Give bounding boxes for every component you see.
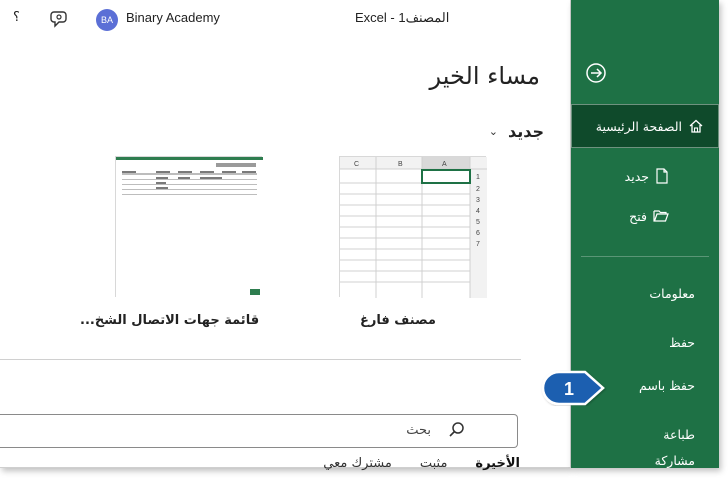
sidebar-item-label: حفظ xyxy=(669,334,695,350)
document-title: Excel - المصنف1 xyxy=(355,10,450,25)
blank-workbook-grid-icon: A B C 1 2 3 4 5 6 7 xyxy=(340,157,487,298)
avatar[interactable]: BA xyxy=(96,9,118,31)
sidebar-item-home[interactable]: الصفحة الرئيسية xyxy=(571,104,719,148)
tab-recent[interactable]: الأخيرة xyxy=(475,456,520,471)
template-label: قائمة جهات الاتصال الشخ... xyxy=(80,313,260,328)
sidebar-item-label: الصفحة الرئيسية xyxy=(595,118,682,134)
main-panel: ؟ BA Binary Academy Excel - المصنف1 مساء… xyxy=(0,0,571,471)
svg-text:1: 1 xyxy=(476,174,480,181)
svg-text:6: 6 xyxy=(476,230,480,237)
sidebar-item-print[interactable]: طباعة xyxy=(571,423,719,445)
callout-number: 1 xyxy=(564,379,574,399)
excel-backstage-window: ؟ BA Binary Academy Excel - المصنف1 مساء… xyxy=(0,0,728,501)
svg-text:5: 5 xyxy=(476,219,480,226)
new-file-icon xyxy=(656,168,668,184)
new-section-header[interactable]: جديد ⌄ xyxy=(489,122,544,141)
template-label: مصنف فارغ xyxy=(360,313,436,328)
svg-text:7: 7 xyxy=(476,241,480,248)
section-divider xyxy=(0,359,521,360)
sidebar-item-share[interactable]: مشاركة xyxy=(571,449,719,471)
svg-text:B: B xyxy=(398,161,403,168)
svg-text:A: A xyxy=(442,161,447,168)
contact-list-thumbnail[interactable] xyxy=(115,156,263,298)
sidebar-item-label: طباعة xyxy=(663,426,695,442)
title-bar: ؟ BA Binary Academy Excel - المصنف1 xyxy=(0,0,571,40)
sidebar-item-label: مشاركة xyxy=(654,452,695,468)
search-input[interactable]: بحث xyxy=(0,414,518,448)
sidebar-item-label: فتح xyxy=(629,208,647,224)
blank-workbook-thumbnail[interactable]: A B C 1 2 3 4 5 6 7 xyxy=(339,156,487,298)
help-icon[interactable]: ؟ xyxy=(13,10,20,25)
home-icon xyxy=(689,119,703,133)
new-section-title: جديد xyxy=(507,122,544,141)
feedback-icon[interactable] xyxy=(50,9,70,29)
svg-text:4: 4 xyxy=(476,208,480,215)
sidebar-divider xyxy=(581,256,709,257)
user-name[interactable]: Binary Academy xyxy=(126,10,220,25)
chevron-down-icon[interactable]: ⌄ xyxy=(489,125,498,138)
back-arrow-icon[interactable] xyxy=(581,58,611,88)
contact-list-thumb-icon xyxy=(116,157,263,298)
open-folder-icon xyxy=(653,210,669,222)
sidebar-item-save[interactable]: حفظ xyxy=(571,331,719,353)
step-callout-badge: 1 xyxy=(541,370,605,406)
svg-text:2: 2 xyxy=(476,186,480,193)
file-list-tabs: الأخيرة مثبت مشترك معي xyxy=(323,456,520,471)
sidebar-item-info[interactable]: معلومات xyxy=(571,282,719,304)
svg-text:C: C xyxy=(354,161,359,168)
sidebar-item-label: جديد xyxy=(624,168,649,184)
sidebar-item-new[interactable]: جديد xyxy=(571,165,719,187)
search-icon[interactable] xyxy=(447,420,467,440)
greeting-heading: مساء الخير xyxy=(429,62,540,90)
sidebar-item-label: حفظ باسم xyxy=(639,377,695,393)
tab-pinned[interactable]: مثبت xyxy=(420,456,448,471)
tab-shared-with-me[interactable]: مشترك معي xyxy=(323,456,392,471)
search-placeholder: بحث xyxy=(406,423,431,438)
svg-text:3: 3 xyxy=(476,197,480,204)
sidebar-item-open[interactable]: فتح xyxy=(571,205,719,227)
sidebar-item-label: معلومات xyxy=(649,285,695,301)
